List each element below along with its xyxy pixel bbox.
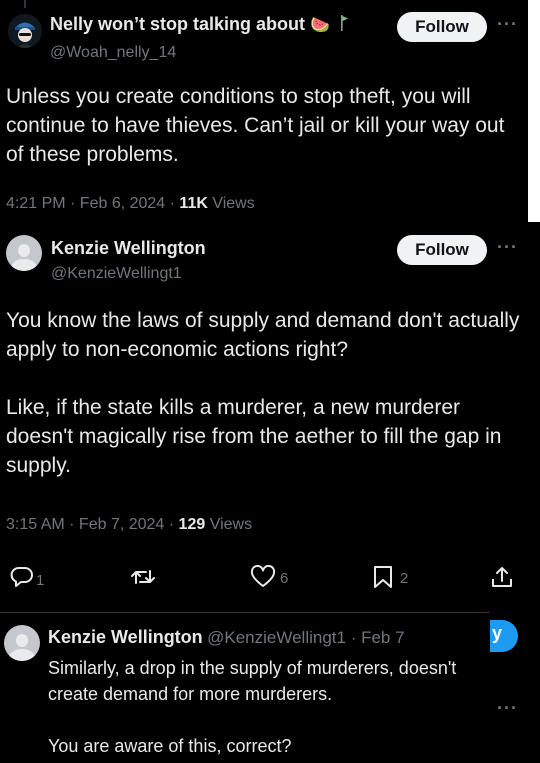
reply-paragraph-1: Similarly, a drop in the supply of murde… [48,658,457,704]
share-icon[interactable] [490,565,514,589]
reply-header: Kenzie Wellington @KenzieWellingt1 · Feb… [48,627,405,648]
follow-button[interactable]: Follow [397,12,487,42]
thread-line-top [24,0,26,8]
avatar[interactable] [8,14,42,48]
screenshot-edge [528,0,540,222]
reply-paragraph-2: You are aware of this, correct? [48,736,292,756]
retweet-icon[interactable] [130,565,156,589]
reply-cover [460,620,490,652]
timestamp[interactable]: 4:21 PM · Feb 6, 2024 · [6,195,179,212]
reply-icon[interactable] [10,565,34,589]
tweet-meta: 4:21 PM · Feb 6, 2024 · 11K Views [6,195,255,213]
views-count: 129 [178,516,206,533]
divider [0,612,490,613]
avatar-image [8,14,42,48]
tweet-paragraph-2: Like, if the state kills a murderer, a n… [6,396,502,477]
author-name[interactable]: Kenzie Wellington [51,238,206,259]
retweet-action[interactable] [130,564,156,590]
flag-icon [335,14,349,37]
views-label: Views [205,516,253,533]
follow-button[interactable]: Follow [397,235,487,265]
timestamp[interactable]: 3:15 AM · Feb 7, 2024 · [6,516,179,533]
author-name[interactable]: Kenzie Wellington [48,627,203,647]
watermelon-emoji: 🍉 [310,17,330,34]
author-name[interactable]: Nelly won’t stop talking about 🍉 [50,14,349,37]
author-handle[interactable]: @KenzieWellingt1 [51,265,182,283]
tweet-text: You know the laws of supply and demand d… [6,306,524,480]
heart-icon[interactable] [250,565,276,589]
author-name-text[interactable]: Nelly won’t stop talking about [50,14,305,34]
reply-count: 1 [36,571,45,589]
views-label: Views [207,195,255,212]
more-options-icon[interactable]: ··· [497,237,518,258]
partial-button-label: y [492,623,503,643]
bookmark-action[interactable]: 2 [372,564,408,590]
like-count: 6 [280,569,289,587]
bookmark-icon[interactable] [372,565,394,589]
like-action[interactable]: 6 [250,564,288,590]
author-handle[interactable]: @Woah_nelly_14 [50,44,176,62]
default-avatar-icon[interactable] [6,235,42,271]
tweet-meta: 3:15 AM · Feb 7, 2024 · 129 Views [6,516,252,534]
reply-text: Similarly, a drop in the supply of murde… [48,655,478,759]
tweet-paragraph-1: You know the laws of supply and demand d… [6,309,520,361]
reply-action[interactable]: 1 [10,564,44,590]
share-action[interactable] [490,564,514,590]
views-count: 11K [179,195,208,212]
more-options-icon[interactable]: ··· [497,14,518,35]
more-options-icon[interactable]: ··· [497,698,518,719]
author-handle-time[interactable]: @KenzieWellingt1 · Feb 7 [207,628,404,647]
tweet-text: Unless you create conditions to stop the… [6,85,505,166]
default-avatar-icon[interactable] [4,625,40,661]
bookmark-count: 2 [400,569,409,587]
